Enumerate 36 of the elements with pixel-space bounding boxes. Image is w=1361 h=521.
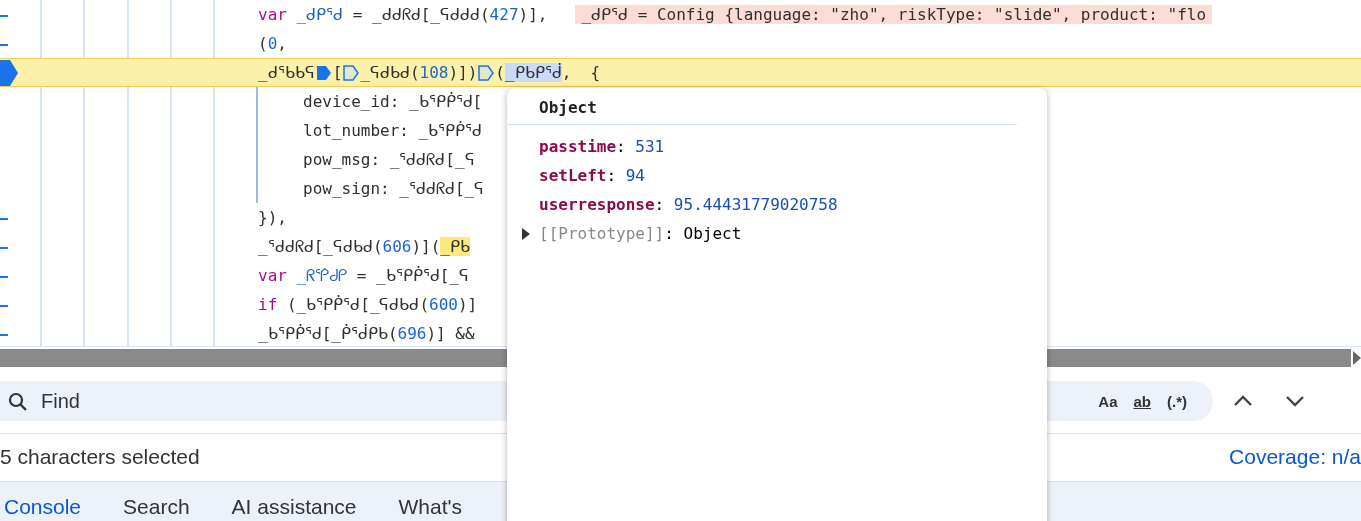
- code-text: _ᕋᑯᑲᑯ(108)]): [360, 63, 478, 82]
- prototype-text[interactable]: [[Prototype]]: Object: [539, 219, 742, 248]
- regex-button[interactable]: (.*): [1161, 391, 1193, 412]
- code-text: device_id: _ᑲᕐᑭᑮᕐᑯ[: [303, 92, 483, 111]
- drawer-tab[interactable]: Search: [119, 481, 190, 521]
- property-text: passtime: 531: [539, 136, 666, 158]
- code-text: _ᑯᕐᑲᑲᕋ: [258, 63, 315, 82]
- property-text: userresponse: 95.44431779020758: [539, 194, 839, 216]
- breakpoint-marker-icon[interactable]: [343, 64, 360, 81]
- drawer-tab[interactable]: Console: [0, 481, 82, 521]
- drawer-tab[interactable]: AI assistance: [227, 481, 357, 521]
- property-text: setLeft: 94: [539, 165, 646, 187]
- whole-word-button[interactable]: ab: [1127, 391, 1157, 412]
- match-case-button[interactable]: Aa: [1092, 391, 1124, 412]
- breakpoint-marker-icon[interactable]: [315, 64, 332, 81]
- coverage-link[interactable]: Coverage: n/a: [1229, 445, 1361, 470]
- code-text: _ᑲᕐᑭᑮᕐᑯ[_ᑮᕐᑰᑭᑲ(696)] &&: [258, 324, 475, 343]
- selection-status: 5 characters selected: [0, 445, 200, 470]
- code-text: }),: [258, 208, 287, 227]
- expand-triangle-icon[interactable]: [521, 227, 531, 240]
- code-text: pow_sign: _ᕐᑯᑯᖇᑯ[_ᕋ: [303, 179, 485, 198]
- drawer-tab[interactable]: What's: [394, 481, 463, 521]
- execution-arrow-icon[interactable]: [0, 60, 18, 86]
- popover-title: Object: [538, 97, 598, 119]
- breakpoint-marker-icon[interactable]: [478, 64, 495, 81]
- code-text: lot_number: _ᑲᕐᑭᑮᕐᑯ: [303, 121, 483, 140]
- code-text: var _ᖇᕐᑮᑯᑭ = _ᑲᕐᑭᑮᕐᑯ[_ᕋ: [258, 266, 469, 285]
- code-text: pow_msg: _ᕐᑯᑯᖇᑯ[_ᕋ: [303, 150, 475, 169]
- code-text: if (_ᑲᕐᑭᑮᕐᑯ[_ᕋᑯᑲᑯ(600)]: [258, 295, 478, 314]
- code-text: var _ᑯᑭᕐᑯ = _ᑯᑯᖇᑯ[_ᕋᑯᑯᑯ(427)],: [258, 5, 548, 24]
- scroll-right-arrow-icon[interactable]: [1351, 349, 1361, 368]
- search-icon: [8, 392, 27, 411]
- code-text: (_ᑭᑲᑭᕐᑰ, {: [495, 63, 601, 82]
- inline-value-annotation: _ᑯᑭᕐᑯ = Config {language: "zho", riskType: "slide", product: "flo: [575, 5, 1213, 24]
- code-text: (0,: [258, 34, 287, 53]
- code-text: [: [332, 63, 343, 82]
